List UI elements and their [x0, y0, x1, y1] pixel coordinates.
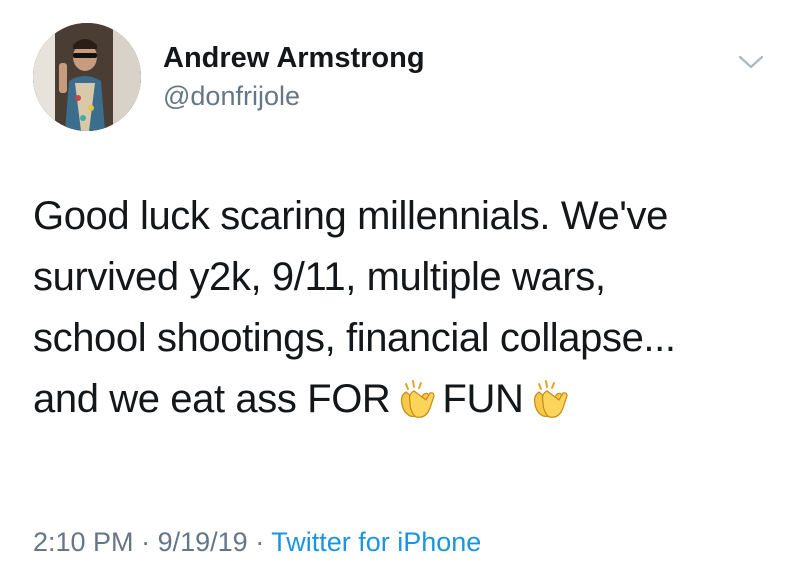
author-block: Andrew Armstrong @donfrijole: [163, 40, 425, 114]
user-handle[interactable]: @donfrijole: [163, 78, 425, 114]
display-name[interactable]: Andrew Armstrong: [163, 40, 425, 76]
tweet-text-fragment: and we eat ass FOR: [33, 377, 391, 421]
tweet-meta: 2:10 PM · 9/19/19 · Twitter for iPhone: [33, 524, 481, 560]
tweet-time[interactable]: 2:10 PM: [33, 527, 134, 557]
tweet-text-line: school shootings, financial collapse...: [33, 316, 676, 360]
meta-separator: ·: [141, 527, 151, 557]
clapping-hands-icon: [527, 378, 571, 422]
avatar[interactable]: [33, 23, 141, 131]
meta-separator: ·: [255, 527, 265, 557]
tweet-text: Good luck scaring millennials. We've sur…: [33, 186, 773, 430]
tweet-text-line-last: and we eat ass FOR FUN: [33, 369, 773, 430]
tweet-text-line: Good luck scaring millennials. We've: [33, 194, 668, 238]
tweet-text-fragment: FUN: [442, 377, 524, 421]
tweet-source-link[interactable]: Twitter for iPhone: [271, 527, 481, 557]
clapping-hands-icon: [394, 378, 438, 422]
tweet-text-line: survived y2k, 9/11, multiple wars,: [33, 255, 606, 299]
tweet-card: Andrew Armstrong @donfrijole Good luck s…: [0, 0, 800, 578]
chevron-down-icon[interactable]: [736, 52, 766, 72]
tweet-date[interactable]: 9/19/19: [158, 527, 248, 557]
